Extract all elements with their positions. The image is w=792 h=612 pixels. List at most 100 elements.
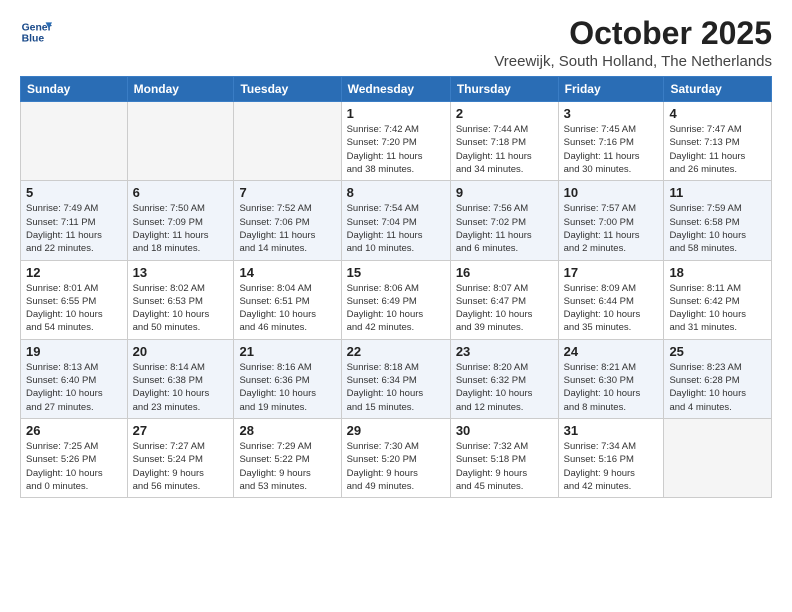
day-number: 23 [456,344,553,359]
day-number: 19 [26,344,122,359]
week-row-1: 1 Sunrise: 7:42 AM Sunset: 7:20 PM Daylig… [21,102,772,181]
day-info: Sunrise: 7:49 AM Sunset: 7:11 PM Dayligh… [26,202,122,255]
day-info: Sunrise: 8:20 AM Sunset: 6:32 PM Dayligh… [456,361,553,414]
day-info: Sunrise: 8:04 AM Sunset: 6:51 PM Dayligh… [239,282,335,335]
weekday-sunday: Sunday [21,77,128,102]
day-number: 14 [239,265,335,280]
day-cell [664,418,772,497]
day-number: 12 [26,265,122,280]
day-info: Sunrise: 7:42 AM Sunset: 7:20 PM Dayligh… [347,123,445,176]
day-cell: 20 Sunrise: 8:14 AM Sunset: 6:38 PM Dayli… [127,339,234,418]
week-row-5: 26 Sunrise: 7:25 AM Sunset: 5:26 PM Dayli… [21,418,772,497]
day-info: Sunrise: 7:44 AM Sunset: 7:18 PM Dayligh… [456,123,553,176]
logo-icon: General Blue [20,16,52,48]
day-info: Sunrise: 7:52 AM Sunset: 7:06 PM Dayligh… [239,202,335,255]
svg-text:Blue: Blue [22,34,45,45]
day-number: 31 [564,423,659,438]
day-info: Sunrise: 8:14 AM Sunset: 6:38 PM Dayligh… [133,361,229,414]
day-info: Sunrise: 7:30 AM Sunset: 5:20 PM Dayligh… [347,440,445,493]
day-cell: 1 Sunrise: 7:42 AM Sunset: 7:20 PM Daylig… [341,102,450,181]
day-number: 24 [564,344,659,359]
day-cell: 16 Sunrise: 8:07 AM Sunset: 6:47 PM Dayli… [450,260,558,339]
location-title: Vreewijk, South Holland, The Netherlands [494,53,772,70]
day-number: 29 [347,423,445,438]
weekday-friday: Friday [558,77,664,102]
day-cell: 21 Sunrise: 8:16 AM Sunset: 6:36 PM Dayli… [234,339,341,418]
day-cell: 10 Sunrise: 7:57 AM Sunset: 7:00 PM Dayli… [558,181,664,260]
day-cell [21,102,128,181]
weekday-header-row: SundayMondayTuesdayWednesdayThursdayFrid… [21,77,772,102]
day-cell: 22Sunrise: 8:18 AM Sunset: 6:34 PM Dayli… [341,339,450,418]
weekday-wednesday: Wednesday [341,77,450,102]
day-number: 22 [347,344,445,359]
weekday-saturday: Saturday [664,77,772,102]
day-number: 30 [456,423,553,438]
calendar: SundayMondayTuesdayWednesdayThursdayFrid… [20,76,772,498]
day-info: Sunrise: 8:02 AM Sunset: 6:53 PM Dayligh… [133,282,229,335]
week-row-4: 19Sunrise: 8:13 AM Sunset: 6:40 PM Dayli… [21,339,772,418]
week-row-2: 5Sunrise: 7:49 AM Sunset: 7:11 PM Daylig… [21,181,772,260]
day-number: 13 [133,265,229,280]
day-info: Sunrise: 7:47 AM Sunset: 7:13 PM Dayligh… [669,123,766,176]
day-number: 10 [564,185,659,200]
day-cell: 9Sunrise: 7:56 AM Sunset: 7:02 PM Daylig… [450,181,558,260]
day-cell: 5Sunrise: 7:49 AM Sunset: 7:11 PM Daylig… [21,181,128,260]
day-number: 26 [26,423,122,438]
weekday-tuesday: Tuesday [234,77,341,102]
month-title: October 2025 [494,16,772,51]
day-info: Sunrise: 7:59 AM Sunset: 6:58 PM Dayligh… [669,202,766,255]
day-number: 16 [456,265,553,280]
day-number: 3 [564,106,659,121]
day-cell: 4 Sunrise: 7:47 AM Sunset: 7:13 PM Daylig… [664,102,772,181]
day-info: Sunrise: 8:09 AM Sunset: 6:44 PM Dayligh… [564,282,659,335]
day-number: 18 [669,265,766,280]
day-cell: 23 Sunrise: 8:20 AM Sunset: 6:32 PM Dayli… [450,339,558,418]
weekday-monday: Monday [127,77,234,102]
day-info: Sunrise: 7:27 AM Sunset: 5:24 PM Dayligh… [133,440,229,493]
day-cell: 29 Sunrise: 7:30 AM Sunset: 5:20 PM Dayli… [341,418,450,497]
day-info: Sunrise: 7:25 AM Sunset: 5:26 PM Dayligh… [26,440,122,493]
day-cell: 31 Sunrise: 7:34 AM Sunset: 5:16 PM Dayli… [558,418,664,497]
day-cell: 25Sunrise: 8:23 AM Sunset: 6:28 PM Dayli… [664,339,772,418]
day-cell: 26 Sunrise: 7:25 AM Sunset: 5:26 PM Dayli… [21,418,128,497]
day-cell: 13 Sunrise: 8:02 AM Sunset: 6:53 PM Dayli… [127,260,234,339]
day-cell [127,102,234,181]
day-number: 11 [669,185,766,200]
day-info: Sunrise: 7:54 AM Sunset: 7:04 PM Dayligh… [347,202,445,255]
day-info: Sunrise: 7:45 AM Sunset: 7:16 PM Dayligh… [564,123,659,176]
day-cell: 8Sunrise: 7:54 AM Sunset: 7:04 PM Daylig… [341,181,450,260]
day-info: Sunrise: 8:01 AM Sunset: 6:55 PM Dayligh… [26,282,122,335]
day-number: 1 [347,106,445,121]
day-number: 4 [669,106,766,121]
day-number: 6 [133,185,229,200]
day-cell: 19Sunrise: 8:13 AM Sunset: 6:40 PM Dayli… [21,339,128,418]
day-cell: 17Sunrise: 8:09 AM Sunset: 6:44 PM Dayli… [558,260,664,339]
title-block: October 2025 Vreewijk, South Holland, Th… [494,16,772,70]
day-info: Sunrise: 7:50 AM Sunset: 7:09 PM Dayligh… [133,202,229,255]
day-info: Sunrise: 7:32 AM Sunset: 5:18 PM Dayligh… [456,440,553,493]
day-info: Sunrise: 8:16 AM Sunset: 6:36 PM Dayligh… [239,361,335,414]
day-info: Sunrise: 7:56 AM Sunset: 7:02 PM Dayligh… [456,202,553,255]
day-cell: 24Sunrise: 8:21 AM Sunset: 6:30 PM Dayli… [558,339,664,418]
day-number: 7 [239,185,335,200]
day-number: 20 [133,344,229,359]
day-info: Sunrise: 7:57 AM Sunset: 7:00 PM Dayligh… [564,202,659,255]
day-cell: 14 Sunrise: 8:04 AM Sunset: 6:51 PM Dayli… [234,260,341,339]
day-cell: 2 Sunrise: 7:44 AM Sunset: 7:18 PM Daylig… [450,102,558,181]
day-info: Sunrise: 7:34 AM Sunset: 5:16 PM Dayligh… [564,440,659,493]
day-cell: 18Sunrise: 8:11 AM Sunset: 6:42 PM Dayli… [664,260,772,339]
day-info: Sunrise: 8:23 AM Sunset: 6:28 PM Dayligh… [669,361,766,414]
day-cell: 28Sunrise: 7:29 AM Sunset: 5:22 PM Dayli… [234,418,341,497]
day-cell: 30 Sunrise: 7:32 AM Sunset: 5:18 PM Dayli… [450,418,558,497]
weekday-thursday: Thursday [450,77,558,102]
day-cell: 7 Sunrise: 7:52 AM Sunset: 7:06 PM Daylig… [234,181,341,260]
day-number: 21 [239,344,335,359]
day-info: Sunrise: 7:29 AM Sunset: 5:22 PM Dayligh… [239,440,335,493]
day-info: Sunrise: 8:07 AM Sunset: 6:47 PM Dayligh… [456,282,553,335]
day-cell: 11 Sunrise: 7:59 AM Sunset: 6:58 PM Dayli… [664,181,772,260]
day-number: 2 [456,106,553,121]
day-cell: 15Sunrise: 8:06 AM Sunset: 6:49 PM Dayli… [341,260,450,339]
day-cell [234,102,341,181]
page: General Blue October 2025 Vreewijk, Sout… [0,0,792,612]
day-cell: 12 Sunrise: 8:01 AM Sunset: 6:55 PM Dayli… [21,260,128,339]
